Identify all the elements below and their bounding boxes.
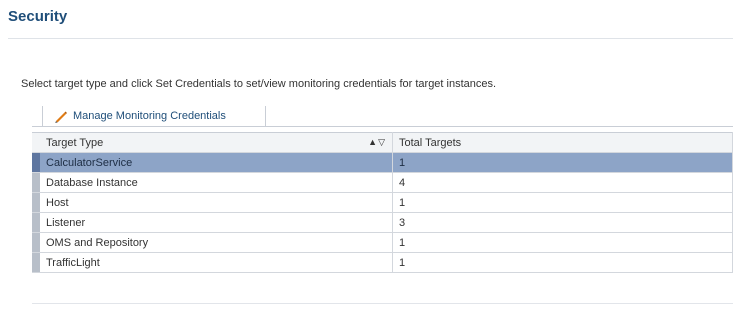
pencil-icon [53,108,69,124]
row-selector[interactable] [32,252,40,273]
column-header-total-targets[interactable]: Total Targets [392,132,733,153]
cell-target-type: Database Instance [40,172,393,193]
table-row[interactable]: TrafficLight 1 [32,252,733,273]
row-selector[interactable] [32,172,40,193]
table-row[interactable]: Host 1 [32,192,733,213]
row-selector[interactable] [32,232,40,253]
cell-total-targets: 1 [392,152,733,173]
instructions-text: Select target type and click Set Credent… [21,78,497,90]
cell-total-targets: 3 [392,212,733,233]
table-row[interactable]: Database Instance 4 [32,172,733,193]
page-title: Security [8,8,68,25]
row-selector[interactable] [32,212,40,233]
table-bottom-divider [32,303,733,304]
manage-monitoring-credentials-button[interactable]: Manage Monitoring Credentials [42,106,266,126]
cell-target-type: Listener [40,212,393,233]
title-divider [8,38,733,39]
row-selector[interactable] [32,152,40,173]
cell-target-type: TrafficLight [40,252,393,273]
row-selector-header [32,132,40,153]
cell-total-targets: 4 [392,172,733,193]
column-header-target-type[interactable]: Target Type ▲▽ [40,132,393,153]
row-selector[interactable] [32,192,40,213]
table-header-row: Target Type ▲▽ Total Targets [32,132,733,153]
table-row[interactable]: CalculatorService 1 [32,152,733,173]
cell-total-targets: 1 [392,192,733,213]
table-row[interactable]: OMS and Repository 1 [32,232,733,253]
table-toolbar: Manage Monitoring Credentials [32,106,733,127]
target-type-table: Target Type ▲▽ Total Targets CalculatorS… [32,132,733,273]
cell-target-type: Host [40,192,393,213]
cell-total-targets: 1 [392,252,733,273]
cell-total-targets: 1 [392,232,733,253]
cell-target-type: OMS and Repository [40,232,393,253]
table-row[interactable]: Listener 3 [32,212,733,233]
sort-icon[interactable]: ▲▽ [368,137,386,148]
cell-target-type: CalculatorService [40,152,393,173]
manage-button-label: Manage Monitoring Credentials [73,110,226,122]
